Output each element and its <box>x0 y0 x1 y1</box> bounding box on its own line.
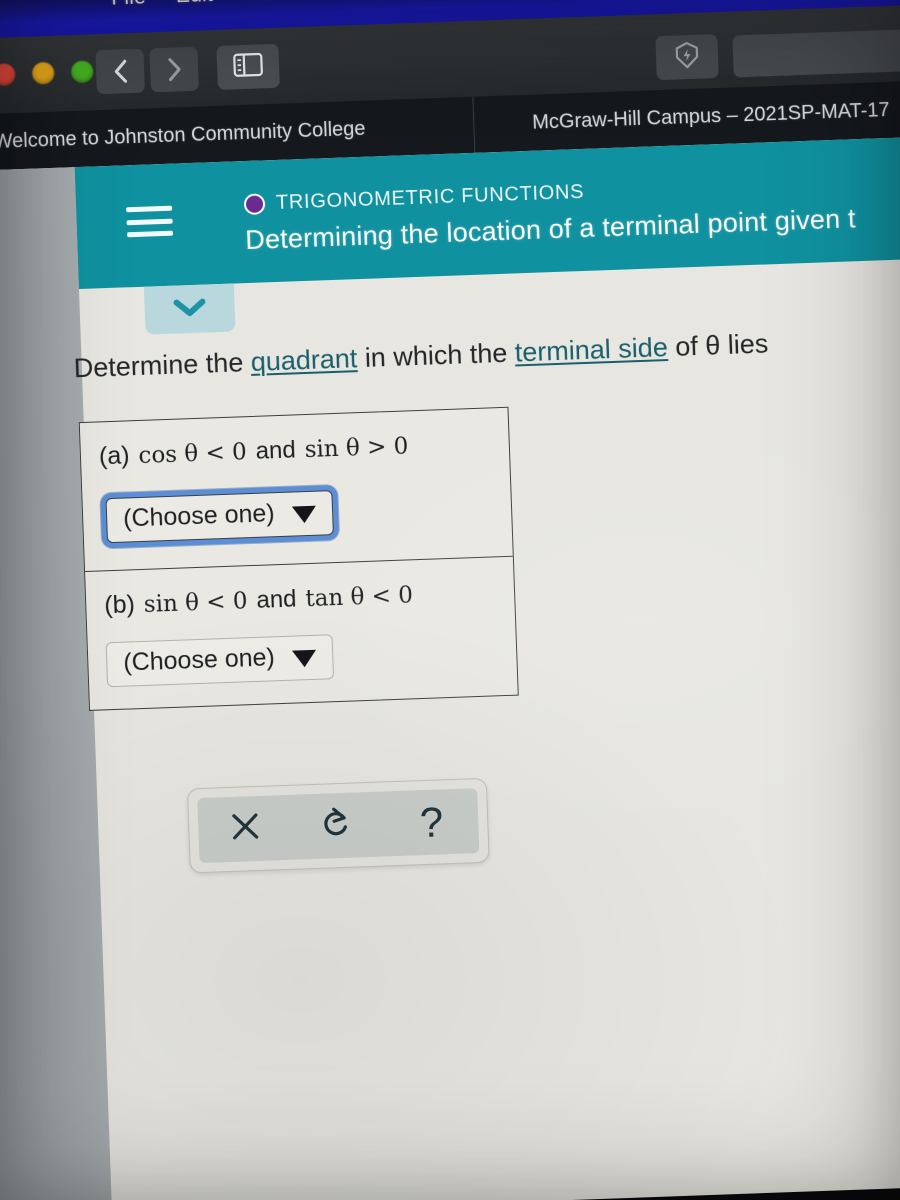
topic-label: TRIGONOMETRIC FUNCTIONS <box>275 180 585 214</box>
question-mark-icon: ? <box>419 797 445 846</box>
part-label-b: (b) <box>103 590 136 620</box>
condition-text-a: (a) cos θ < 0 and sin θ > 0 <box>98 428 509 472</box>
chevron-right-icon <box>165 56 183 83</box>
privacy-shield-icon <box>672 40 701 74</box>
hamburger-menu-icon[interactable] <box>126 205 174 238</box>
answer-panel: (a) cos θ < 0 and sin θ > 0 (Choose one) <box>78 406 519 711</box>
menu-item-view[interactable]: View <box>242 0 289 6</box>
screen-photo: File Edit View History Bookmarks Window … <box>0 0 900 1200</box>
condition-1-a: cos θ < 0 <box>138 439 248 470</box>
help-button[interactable]: ? <box>402 795 462 849</box>
conjunction-b: and <box>255 585 297 614</box>
back-button[interactable] <box>95 48 145 95</box>
minimize-window-button[interactable] <box>31 61 55 85</box>
undo-button[interactable] <box>308 799 368 853</box>
menu-bar-items: File Edit View History Bookmarks Window … <box>111 0 703 11</box>
close-window-button[interactable] <box>0 63 16 86</box>
chevron-down-icon <box>170 294 209 324</box>
question-prefix: Determine the <box>73 346 252 384</box>
tab-title: Welcome to Johnston Community College <box>0 117 366 153</box>
x-icon <box>227 809 262 849</box>
action-toolbar: ? <box>186 777 490 874</box>
expand-panel-button[interactable] <box>143 283 236 335</box>
answer-row-a: (a) cos θ < 0 and sin θ > 0 (Choose one) <box>80 408 513 571</box>
question-prompt: Determine the quadrant in which the term… <box>73 328 769 384</box>
menu-item-file[interactable]: File <box>111 0 146 11</box>
clear-button[interactable] <box>215 802 275 856</box>
navigation-buttons <box>95 46 199 95</box>
chevron-left-icon <box>111 58 129 85</box>
privacy-report-button[interactable] <box>655 34 719 81</box>
tab-title: McGraw-Hill Campus – 2021SP-MAT-17 <box>531 98 890 134</box>
terminal-side-link[interactable]: terminal side <box>514 332 668 367</box>
conjunction-a: and <box>255 436 297 465</box>
condition-1-b: sin θ < 0 <box>143 588 248 618</box>
action-toolbar-inner: ? <box>197 788 480 864</box>
undo-arrow-icon <box>321 805 356 847</box>
quadrant-link[interactable]: quadrant <box>250 343 358 377</box>
condition-text-b: (b) sin θ < 0 and tan θ < 0 <box>104 577 515 621</box>
question-suffix: of θ lies <box>667 328 769 363</box>
quadrant-select-a[interactable]: (Choose one) <box>105 490 335 544</box>
forward-button[interactable] <box>149 46 199 93</box>
address-bar[interactable] <box>732 25 900 78</box>
maximize-window-button[interactable] <box>70 60 94 84</box>
topic-row: TRIGONOMETRIC FUNCTIONS <box>243 180 585 216</box>
dropdown-caret-icon <box>292 505 317 524</box>
sidebar-toggle-button[interactable] <box>216 43 280 90</box>
quadrant-select-wrapper-b: (Choose one) <box>105 634 335 688</box>
page-content: TRIGONOMETRIC FUNCTIONS Determining the … <box>0 133 900 1200</box>
question-middle: in which the <box>356 337 516 374</box>
select-value-a: (Choose one) <box>122 499 276 533</box>
select-value-b: (Choose one) <box>122 643 276 677</box>
browser-window: Welcome to Johnston Community College Mc… <box>0 1 900 1200</box>
window-traffic-lights <box>0 60 94 86</box>
answer-row-b: (b) sin θ < 0 and tan θ < 0 (Choose one) <box>85 555 518 710</box>
part-label-a: (a) <box>98 441 131 471</box>
menu-item-edit[interactable]: Edit <box>175 0 213 8</box>
condition-2-a: sin θ > 0 <box>304 433 409 464</box>
dropdown-caret-icon <box>292 649 318 668</box>
sidebar-toggle-icon <box>233 52 264 82</box>
menu-item-history[interactable]: History <box>318 0 386 3</box>
topic-status-dot-icon <box>243 193 266 216</box>
quadrant-select-b[interactable]: (Choose one) <box>105 634 335 688</box>
quadrant-select-wrapper-a: (Choose one) <box>100 484 340 549</box>
condition-2-b: tan θ < 0 <box>305 582 414 613</box>
